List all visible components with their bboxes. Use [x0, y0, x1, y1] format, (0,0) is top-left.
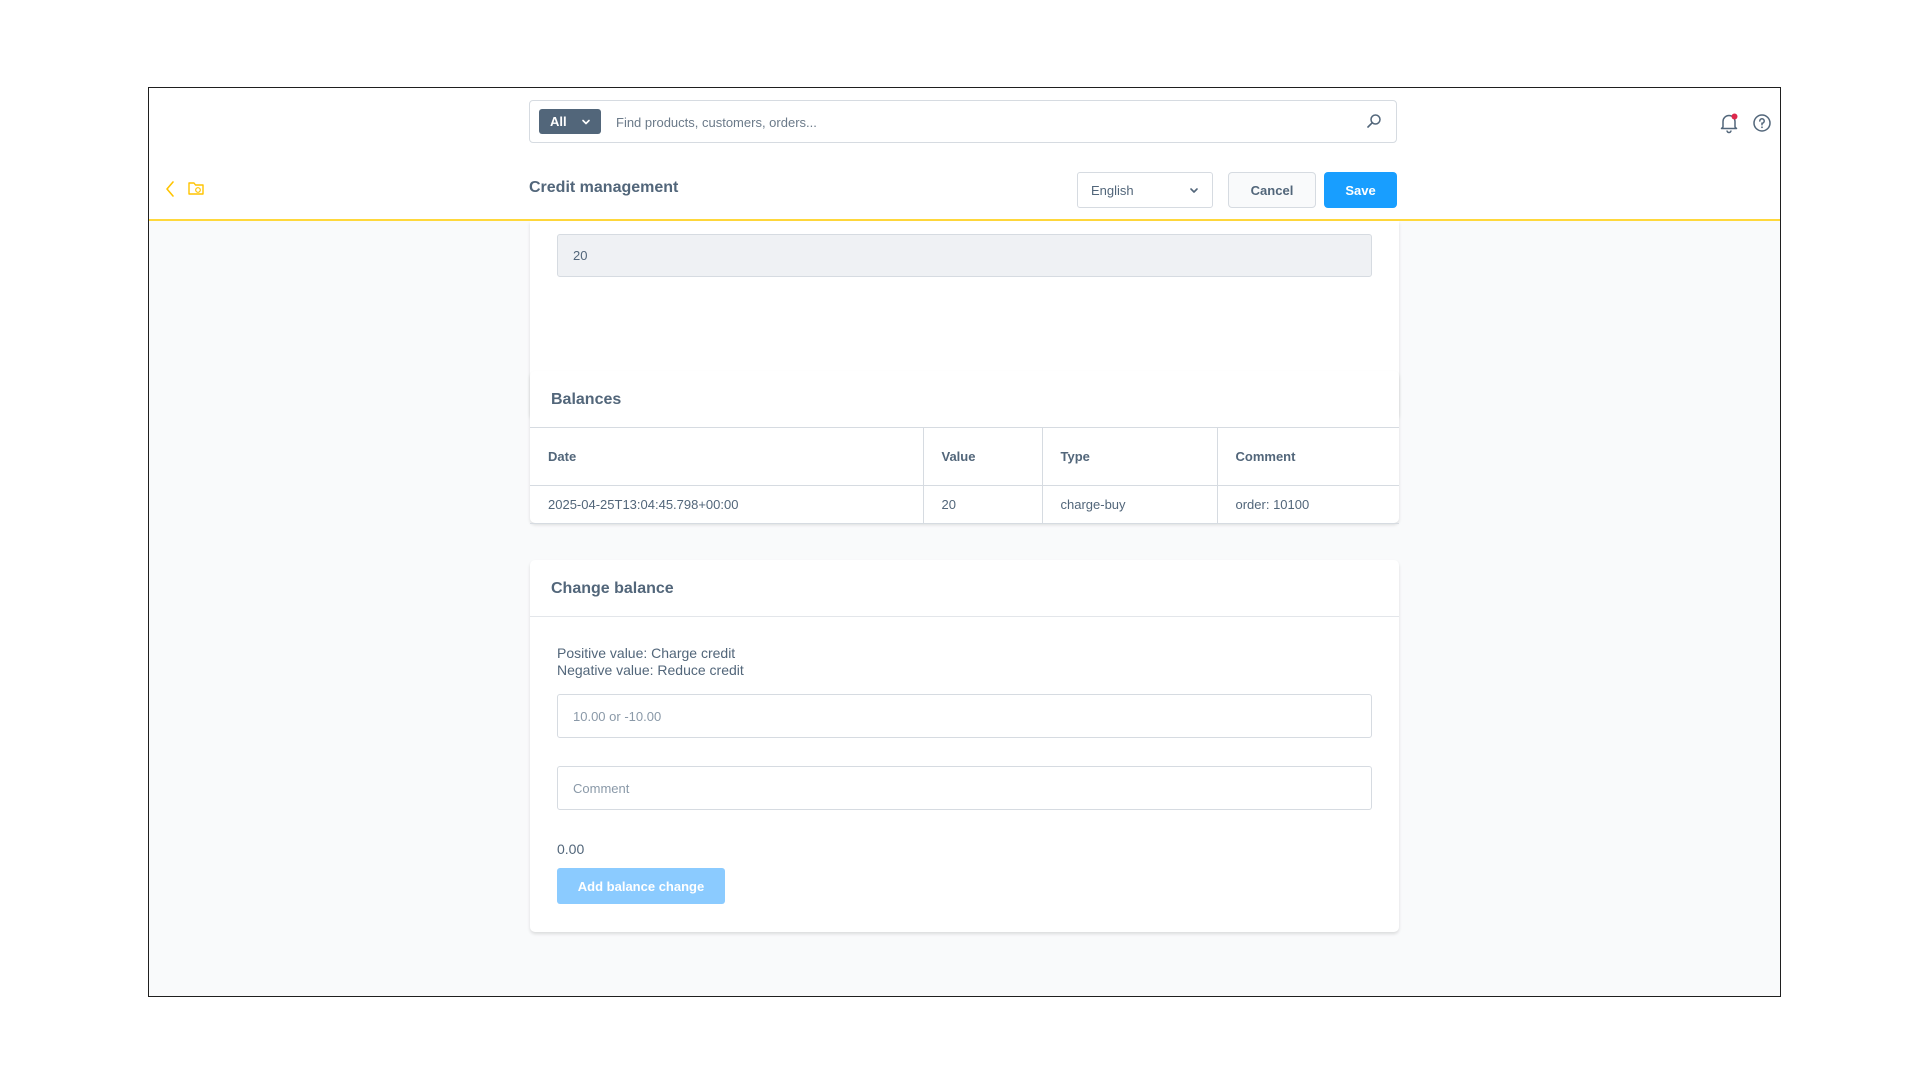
- column-header-value: Value: [923, 427, 1043, 486]
- balances-card: Balances Date Value Type Comment 2025-04…: [530, 371, 1399, 524]
- help-icon[interactable]: [1752, 113, 1772, 133]
- table-row: 2025-04-25T13:04:45.798+00:00 20 charge-…: [530, 485, 1399, 524]
- back-icon[interactable]: [164, 180, 176, 198]
- credit-value-field[interactable]: 20: [557, 234, 1372, 277]
- change-balance-title: Change balance: [551, 580, 674, 597]
- chevron-down-icon: [1190, 188, 1198, 193]
- hint-positive: Positive value: Charge credit: [557, 645, 736, 661]
- card-divider: [530, 616, 1399, 617]
- balance-total: 0.00: [557, 841, 585, 857]
- balances-table: Date Value Type Comment 2025-04-25T13:04…: [530, 427, 1399, 524]
- change-balance-card: Change balance Positive value: Charge cr…: [530, 560, 1399, 932]
- hint-negative: Negative value: Reduce credit: [557, 662, 744, 678]
- cell-date: 2025-04-25T13:04:45.798+00:00: [530, 485, 924, 524]
- smart-bar: Credit management English Cancel Save: [149, 158, 1780, 221]
- app-window: All Find products, customers, orders... …: [148, 87, 1781, 997]
- language-select[interactable]: English: [1077, 172, 1213, 208]
- cancel-button[interactable]: Cancel: [1228, 172, 1316, 208]
- balance-comment-input[interactable]: [557, 766, 1372, 810]
- table-header-row: Date Value Type Comment: [530, 427, 1399, 486]
- cell-type: charge-buy: [1042, 485, 1218, 524]
- save-button[interactable]: Save: [1324, 172, 1397, 208]
- language-value: English: [1091, 183, 1134, 198]
- search-icon[interactable]: [1366, 113, 1382, 129]
- top-header: All: [149, 88, 1780, 159]
- search-type-label: All: [550, 114, 567, 129]
- add-balance-change-button[interactable]: Add balance change: [557, 868, 725, 904]
- column-header-type: Type: [1042, 427, 1218, 486]
- bell-icon[interactable]: [1718, 112, 1740, 134]
- balances-title: Balances: [551, 391, 622, 408]
- balance-hint: Positive value: Charge credit Negative v…: [557, 645, 744, 679]
- page-title: Credit management: [529, 179, 679, 196]
- search-type-dropdown[interactable]: All: [539, 109, 601, 134]
- column-header-comment: Comment: [1217, 427, 1399, 486]
- search-input[interactable]: [614, 109, 1338, 136]
- cell-comment: order: 10100: [1217, 485, 1399, 524]
- global-search: All: [529, 100, 1397, 143]
- cell-value: 20: [923, 485, 1043, 524]
- balance-value-input[interactable]: [557, 694, 1372, 738]
- column-header-date: Date: [530, 427, 924, 486]
- chevron-down-icon: [582, 119, 590, 125]
- folder-icon[interactable]: [187, 179, 205, 197]
